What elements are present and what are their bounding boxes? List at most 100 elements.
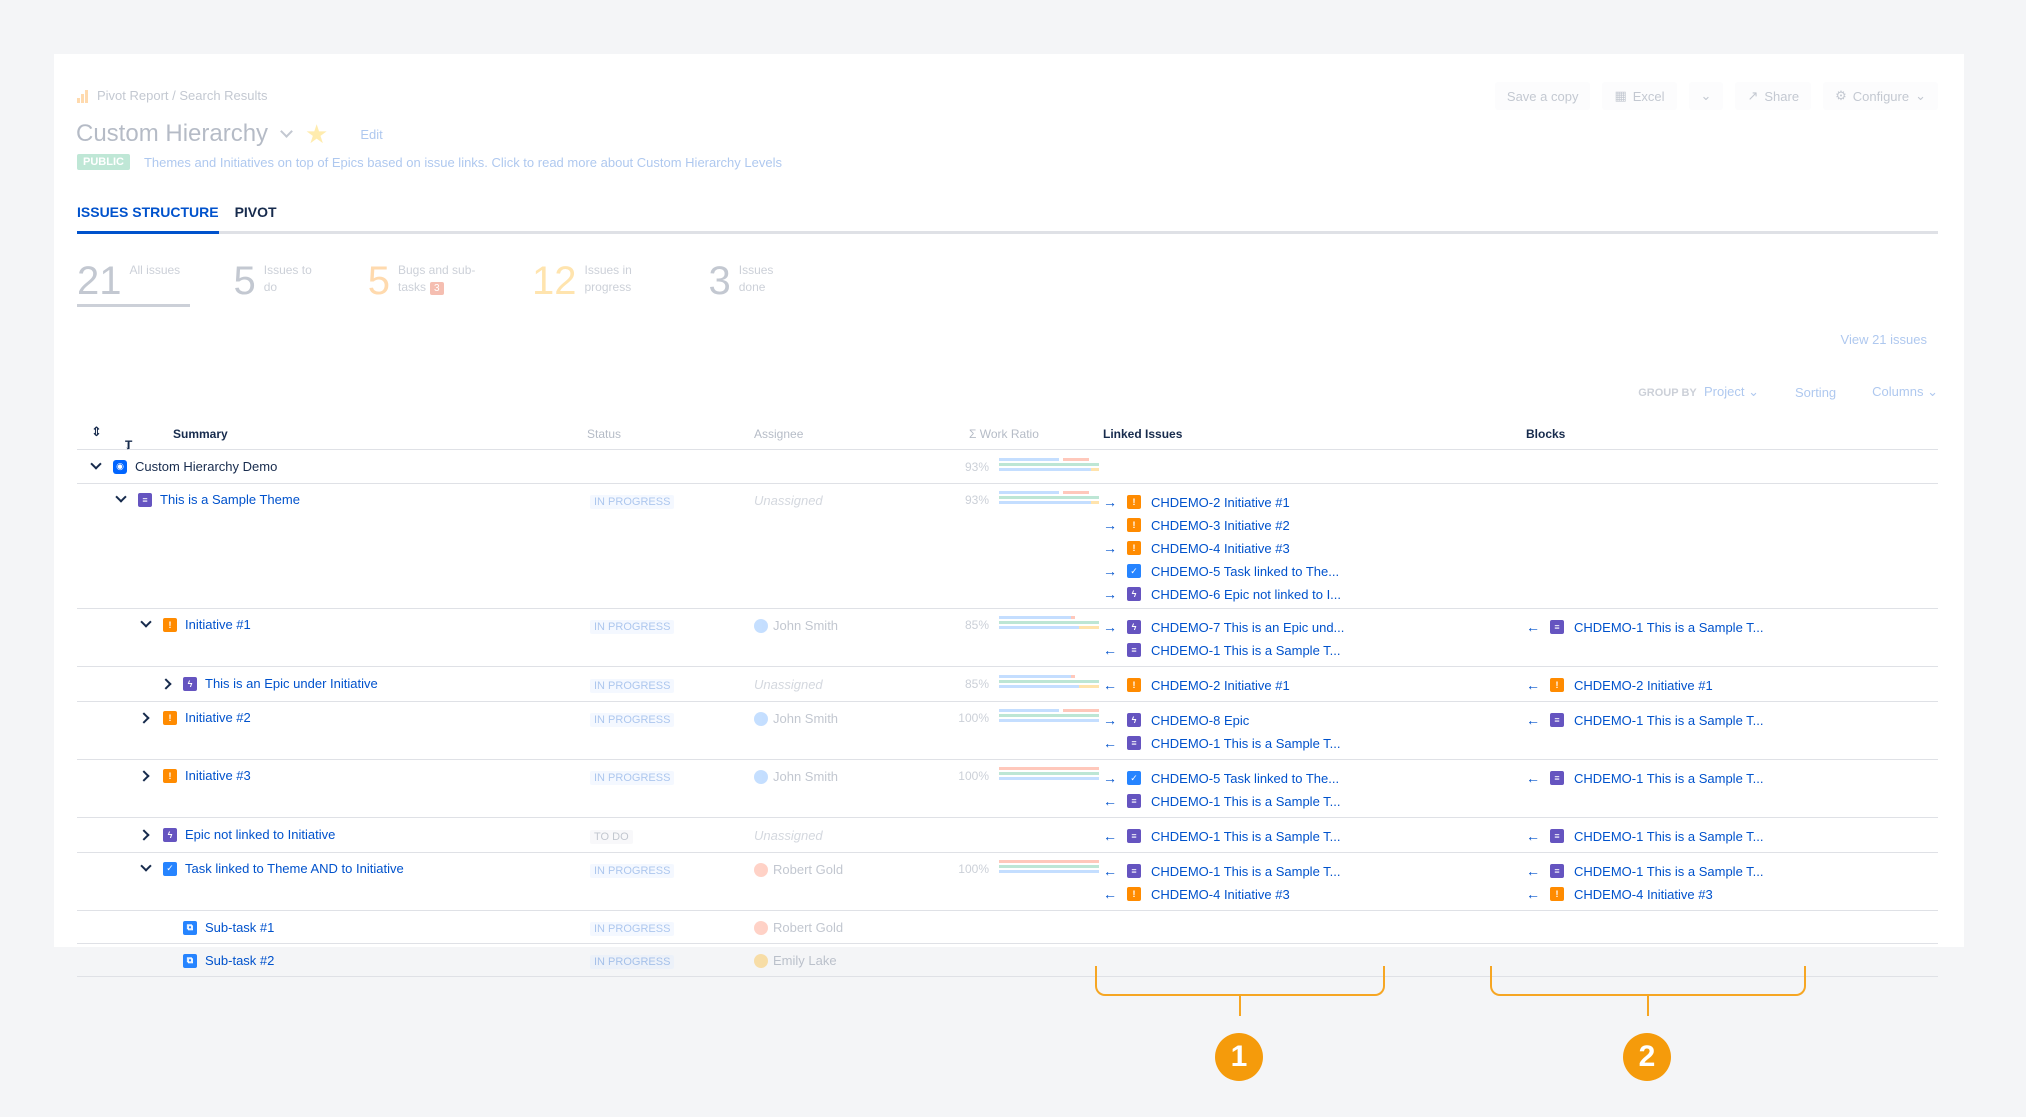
table-row[interactable]: ϟ Epic not linked to Initiative TO DO Un… (77, 818, 1938, 853)
edit-link[interactable]: Edit (360, 127, 382, 142)
assignee-column-header[interactable]: Assignee (754, 427, 803, 441)
blocks-issue-link[interactable]: ← ≡ CHDEMO-1 This is a Sample T... (1526, 769, 1764, 787)
status-column-header[interactable]: Status (587, 427, 621, 441)
blocks-issue-link[interactable]: ←! CHDEMO-2 Initiative #1 (1526, 676, 1713, 694)
assignee-cell[interactable]: John Smith (754, 769, 838, 784)
linked-issue-link[interactable]: ←! CHDEMO-4 Initiative #3 (1103, 885, 1341, 903)
blocks-issue-link[interactable]: ← ≡ CHDEMO-1 This is a Sample T... (1526, 827, 1764, 845)
chevron-down-icon[interactable] (140, 616, 152, 628)
blocks-issue-link[interactable]: ← ≡ CHDEMO-1 This is a Sample T... (1526, 711, 1764, 729)
chevron-right-icon[interactable] (160, 678, 172, 690)
table-row[interactable]: ≡ This is a Sample Theme IN PROGRESS Una… (77, 484, 1938, 609)
linked-issue-link[interactable]: → ✓ CHDEMO-5 Task linked to The... (1103, 769, 1341, 787)
tab-pivot[interactable]: PIVOT (235, 204, 277, 231)
summary-link[interactable]: Initiative #1 (185, 617, 251, 632)
linked-issue-link[interactable]: ←! CHDEMO-2 Initiative #1 (1103, 676, 1290, 694)
linked-issue-link[interactable]: → ϟ CHDEMO-6 Epic not linked to I... (1103, 585, 1341, 603)
blocks-issue-link[interactable]: ← ≡ CHDEMO-1 This is a Sample T... (1526, 862, 1764, 880)
chevron-down-icon[interactable] (90, 458, 102, 470)
table-row[interactable]: ! Initiative #2 IN PROGRESS John Smith 1… (77, 702, 1938, 760)
status-badge[interactable]: IN PROGRESS (590, 771, 675, 785)
sorting-button[interactable]: Sorting (1795, 385, 1836, 400)
status-badge[interactable]: IN PROGRESS (590, 864, 675, 878)
status-badge[interactable]: IN PROGRESS (590, 620, 675, 634)
status-badge[interactable]: IN PROGRESS (590, 922, 675, 936)
summary-link[interactable]: Epic not linked to Initiative (185, 827, 335, 842)
blocks-issue-link[interactable]: ←! CHDEMO-4 Initiative #3 (1526, 885, 1764, 903)
linked-issue-link[interactable]: ← ≡ CHDEMO-1 This is a Sample T... (1103, 792, 1341, 810)
configure-button[interactable]: ⚙ Configure ⌄ (1823, 82, 1938, 110)
summary-link[interactable]: This is a Sample Theme (160, 492, 300, 507)
status-badge[interactable]: IN PROGRESS (590, 495, 675, 509)
chevron-down-icon[interactable] (115, 491, 127, 503)
linked-issues-column-header[interactable]: Linked Issues (1103, 427, 1182, 441)
status-badge[interactable]: IN PROGRESS (590, 713, 675, 727)
star-icon[interactable]: ★ (305, 121, 328, 147)
view-all-issues-link[interactable]: View 21 issues (1841, 332, 1927, 347)
stat-issues-to-do[interactable]: 5 Issues to do (234, 261, 324, 304)
assignee-cell[interactable]: Unassigned (754, 493, 823, 508)
chevron-right-icon[interactable] (138, 770, 150, 782)
summary-link[interactable]: This is an Epic under Initiative (205, 676, 378, 691)
table-row[interactable]: ϟ This is an Epic under Initiative IN PR… (77, 667, 1938, 702)
table-row[interactable]: ! Initiative #3 IN PROGRESS John Smith 1… (77, 760, 1938, 818)
expand-collapse-icon[interactable]: ⇕ (91, 424, 102, 440)
report-panel: Pivot Report / Search Results Custom Hie… (54, 54, 1964, 977)
table-row[interactable]: ✓ Task linked to Theme AND to Initiative… (77, 853, 1938, 911)
summary-link[interactable]: Task linked to Theme AND to Initiative (185, 861, 404, 876)
summary-link[interactable]: Initiative #2 (185, 710, 251, 725)
blocks-issue-link[interactable]: ← ≡ CHDEMO-1 This is a Sample T... (1526, 618, 1764, 636)
columns-button[interactable]: Columns ⌄ (1872, 384, 1938, 400)
summary-column-header[interactable]: Summary (173, 427, 228, 441)
breadcrumb-text[interactable]: Pivot Report / Search Results (97, 88, 268, 103)
status-badge[interactable]: IN PROGRESS (590, 679, 675, 693)
chevron-down-icon[interactable] (280, 125, 293, 138)
assignee-cell[interactable]: John Smith (754, 711, 838, 726)
linked-issue-link[interactable]: → ✓ CHDEMO-5 Task linked to The... (1103, 562, 1341, 580)
summary-link[interactable]: Sub-task #1 (205, 920, 274, 935)
work-ratio-column-header[interactable]: Σ Work Ratio (969, 427, 1039, 441)
group-by-control[interactable]: GROUP BY Project ⌄ (1638, 384, 1759, 400)
share-button[interactable]: ↗ Share (1735, 82, 1812, 110)
status-badge[interactable]: IN PROGRESS (590, 955, 675, 969)
assignee-cell[interactable]: Unassigned (754, 828, 823, 843)
stat-issues-in-progress[interactable]: 12 Issues in progress (532, 261, 665, 304)
summary-link[interactable]: Initiative #3 (185, 768, 251, 783)
linked-issue-link[interactable]: → ϟ CHDEMO-7 This is an Epic und... (1103, 618, 1344, 636)
chevron-right-icon[interactable] (138, 829, 150, 841)
linked-issue-link[interactable]: ← ≡ CHDEMO-1 This is a Sample T... (1103, 734, 1341, 752)
breadcrumb[interactable]: Pivot Report / Search Results (77, 88, 268, 103)
stat-all-issues[interactable]: 21 All issues (77, 261, 190, 307)
callout-bracket-blocks (1490, 966, 1806, 996)
stat-bugs-subtasks[interactable]: 5 Bugs and sub-tasks 3 (368, 261, 488, 304)
linked-issue-link[interactable]: ← ≡ CHDEMO-1 This is a Sample T... (1103, 641, 1344, 659)
status-badge[interactable]: TO DO (590, 830, 633, 844)
assignee-cell[interactable]: Unassigned (754, 677, 823, 692)
assignee-cell[interactable]: Emily Lake (754, 953, 837, 968)
blocks-column-header[interactable]: Blocks (1526, 427, 1565, 441)
table-row[interactable]: ! Initiative #1 IN PROGRESS John Smith 8… (77, 609, 1938, 667)
chevron-down-icon[interactable] (140, 860, 152, 872)
summary-link[interactable]: Sub-task #2 (205, 953, 274, 968)
summary-text[interactable]: Custom Hierarchy Demo (135, 459, 277, 474)
linked-issue-link[interactable]: ← ≡ CHDEMO-1 This is a Sample T... (1103, 827, 1341, 845)
table-row[interactable]: ◉ Custom Hierarchy Demo 93% (77, 450, 1938, 484)
report-title[interactable]: Custom Hierarchy (76, 120, 268, 148)
excel-button[interactable]: ▦ Excel (1602, 82, 1677, 110)
chevron-right-icon[interactable] (138, 712, 150, 724)
linked-issue-link[interactable]: →! CHDEMO-2 Initiative #1 (1103, 493, 1341, 511)
linked-issue-link[interactable]: →! CHDEMO-3 Initiative #2 (1103, 516, 1341, 534)
stat-issues-done[interactable]: 3 Issues done (709, 261, 799, 304)
assignee-cell[interactable]: John Smith (754, 618, 838, 633)
linked-issue-link[interactable]: →! CHDEMO-4 Initiative #3 (1103, 539, 1341, 557)
tab-issues-structure[interactable]: ISSUES STRUCTURE (77, 204, 219, 234)
excel-dropdown-button[interactable]: ⌄ (1688, 82, 1724, 110)
description-link[interactable]: Themes and Initiatives on top of Epics b… (144, 155, 782, 170)
assignee-cell[interactable]: Robert Gold (754, 920, 843, 935)
linked-issue-link[interactable]: ← ≡ CHDEMO-1 This is a Sample T... (1103, 862, 1341, 880)
save-copy-button[interactable]: Save a copy (1494, 82, 1591, 110)
assignee-cell[interactable]: Robert Gold (754, 862, 843, 877)
avatar (754, 769, 768, 784)
linked-issue-link[interactable]: → ϟ CHDEMO-8 Epic (1103, 711, 1341, 729)
table-row[interactable]: ⧉ Sub-task #1 IN PROGRESS Robert Gold (77, 911, 1938, 944)
